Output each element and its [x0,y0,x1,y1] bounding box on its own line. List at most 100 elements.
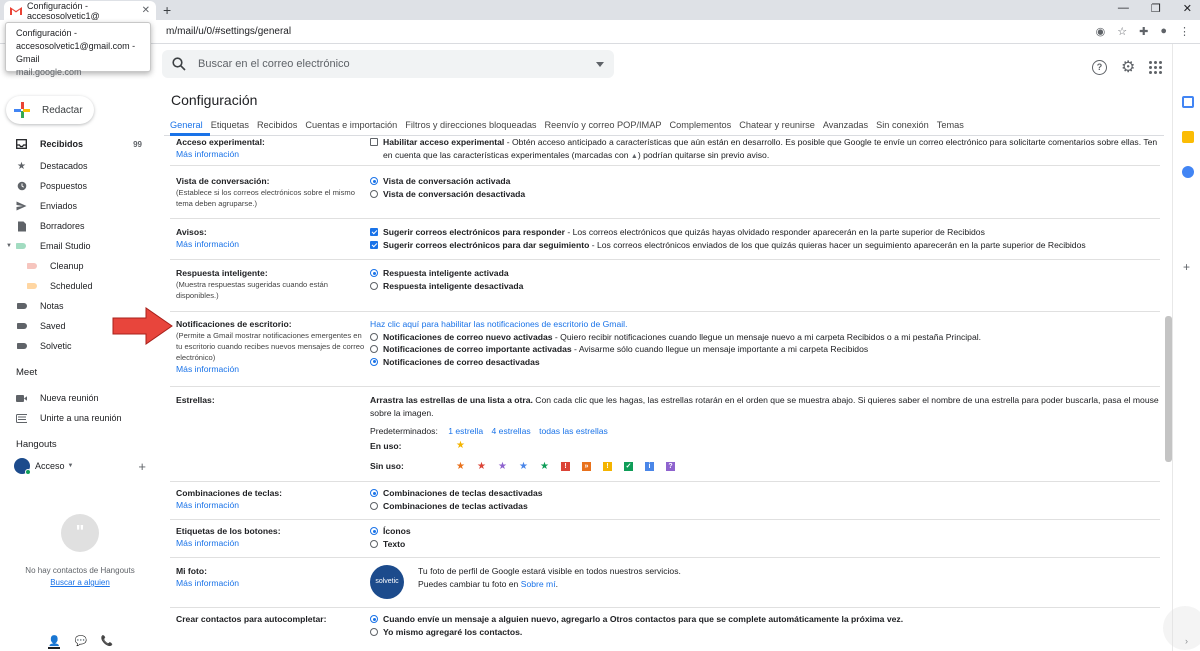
conversation-off-radio[interactable] [370,189,378,198]
keep-icon[interactable] [1182,131,1194,143]
restore-button[interactable]: ❐ [1151,2,1161,15]
row-stars: Estrellas: Arrastra las estrellas de una… [170,388,1160,482]
preset-1-star[interactable]: 1 estrella [448,426,483,436]
row-nudges: Avisos: Más información Sugerir correos … [170,220,1160,260]
profile-picture[interactable]: solvetic [370,565,404,599]
compose-label: Redactar [42,104,83,116]
in-use-label: En uso: [370,440,402,451]
tab-close-icon[interactable]: ✕ [142,5,150,16]
presets-label: Predeterminados: [370,426,438,436]
browser-tab-title: Configuración - accesosolvetic1@ [27,0,100,21]
shortcuts-on-radio[interactable] [370,501,378,510]
blue-star-icon[interactable]: ★ [513,461,534,474]
red-star-icon[interactable]: ★ [471,461,492,474]
learn-more-link[interactable]: Más información [176,537,366,549]
tab-general[interactable]: General [170,120,203,130]
page-title: Configuración [171,92,258,108]
window-close-button[interactable]: ✕ [1183,2,1192,15]
learn-more-link[interactable]: Más información [176,148,366,160]
smart-reply-off-radio[interactable] [370,281,378,290]
option-label: Notificaciones de correo importante acti… [383,344,572,354]
orange-guillemet-icon[interactable]: » [582,461,591,471]
minimize-button[interactable]: — [1118,2,1129,15]
orange-star-icon[interactable]: ★ [450,461,471,474]
smart-reply-on-radio[interactable] [370,269,378,277]
notif-new-mail-radio[interactable] [370,332,378,341]
tab-filters[interactable]: Filtros y direcciones bloqueadas [405,120,536,130]
search-bar[interactable]: Buscar en el correo electrónico [162,50,614,78]
browser-menu-icon[interactable]: ⋮ [1179,25,1190,38]
experimental-checkbox[interactable] [370,138,378,146]
search-options-icon[interactable] [596,61,604,67]
add-addon-icon[interactable]: + [1183,260,1190,274]
purple-question-icon[interactable]: ? [666,461,675,471]
shortcuts-off-radio[interactable] [370,489,378,497]
browser-tab[interactable]: Configuración - accesosolvetic1@ ✕ [4,0,156,21]
green-star-icon[interactable]: ★ [534,461,555,474]
bookmark-star-icon[interactable]: ☆ [1117,25,1127,38]
enable-notifications-link[interactable]: Haz clic aquí para habilitar las notific… [370,318,1160,331]
purple-star-icon[interactable]: ★ [492,461,513,474]
option-label: Sugerir correos electrónicos para respon… [383,227,565,237]
autocomplete-auto-radio[interactable] [370,615,378,623]
tab-forwarding[interactable]: Reenvío y correo POP/IMAP [545,120,662,130]
nudge-reply-checkbox[interactable] [370,228,378,236]
gmail-logo-icon [10,6,22,15]
preset-4-stars[interactable]: 4 estrellas [492,426,531,436]
tab-labels[interactable]: Etiquetas [211,120,249,130]
option-desc: - Los correos electrónicos enviados de l… [589,239,1086,250]
tab-advanced[interactable]: Avanzadas [823,120,868,130]
green-check-icon[interactable]: ✓ [624,461,633,471]
notif-off-radio[interactable] [370,357,378,366]
nudge-followup-checkbox[interactable] [370,240,378,249]
red-bang-icon[interactable]: ! [561,461,570,471]
learn-more-link[interactable]: Más información [176,499,366,511]
tab-addons[interactable]: Complementos [669,120,731,130]
settings-gear-icon[interactable]: ⚙ [1121,59,1135,75]
picture-line-2-end: . [555,578,558,589]
eye-icon[interactable]: ◉ [1096,25,1106,38]
row-desktop-notifications: Notificaciones de escritorio: (Permite a… [170,313,1160,387]
compose-button[interactable]: Redactar [6,96,94,124]
scrollbar-thumb[interactable] [1165,316,1172,462]
tab-offline[interactable]: Sin conexión [876,120,929,130]
button-text-radio[interactable] [370,539,378,548]
tab-chat-meet[interactable]: Chatear y reunirse [739,120,815,130]
url-field[interactable]: m/mail/u/0/#settings/general [166,26,291,37]
extensions-icon[interactable]: ✚ [1139,25,1148,38]
learn-more-link[interactable]: Más información [176,363,366,375]
settings-scroll-area: Acceso experimental: Más información Hab… [0,136,1165,651]
row-conversation-view: Vista de conversación: (Establece si los… [170,167,1160,219]
learn-more-link[interactable]: Más información [176,238,366,250]
option-label: Notificaciones de correo nuevo activadas [383,331,553,342]
conversation-on-radio[interactable] [370,177,378,185]
tab-accounts[interactable]: Cuentas e importación [305,120,397,130]
blue-info-icon[interactable]: i [645,461,654,471]
option-label: Yo mismo agregaré los contactos. [383,626,523,637]
row-my-picture: Mi foto: Más información solvetic Tu fot… [170,559,1160,608]
about-me-link[interactable]: Sobre mí [521,579,556,589]
right-side-panel: + › [1172,44,1200,651]
row-title: Vista de conversación: [176,176,270,186]
help-icon[interactable]: ? [1092,59,1107,75]
apps-grid-icon[interactable] [1149,60,1163,74]
option-label: Combinaciones de teclas desactivadas [383,488,543,498]
row-button-labels: Etiquetas de los botones: Más informació… [170,521,1160,558]
yellow-star-icon[interactable]: ★ [450,440,471,453]
window-controls: — ❐ ✕ [1118,2,1192,15]
option-label: Respuesta inteligente desactivada [383,280,524,291]
preset-all-stars[interactable]: todas las estrellas [539,426,608,436]
button-icons-radio[interactable] [370,527,378,535]
row-title: Acceso experimental: [176,137,265,147]
tasks-icon[interactable] [1182,166,1194,178]
new-tab-button[interactable]: + [163,2,171,18]
yellow-bang-icon[interactable]: ! [603,461,612,471]
autocomplete-manual-radio[interactable] [370,627,378,636]
notif-important-radio[interactable] [370,345,378,353]
calendar-icon[interactable] [1182,96,1194,108]
learn-more-link[interactable]: Más información [176,577,366,589]
tab-themes[interactable]: Temas [937,120,964,130]
search-icon[interactable] [172,57,186,71]
profile-icon[interactable]: ● [1160,25,1167,38]
tab-inbox[interactable]: Recibidos [257,120,297,130]
